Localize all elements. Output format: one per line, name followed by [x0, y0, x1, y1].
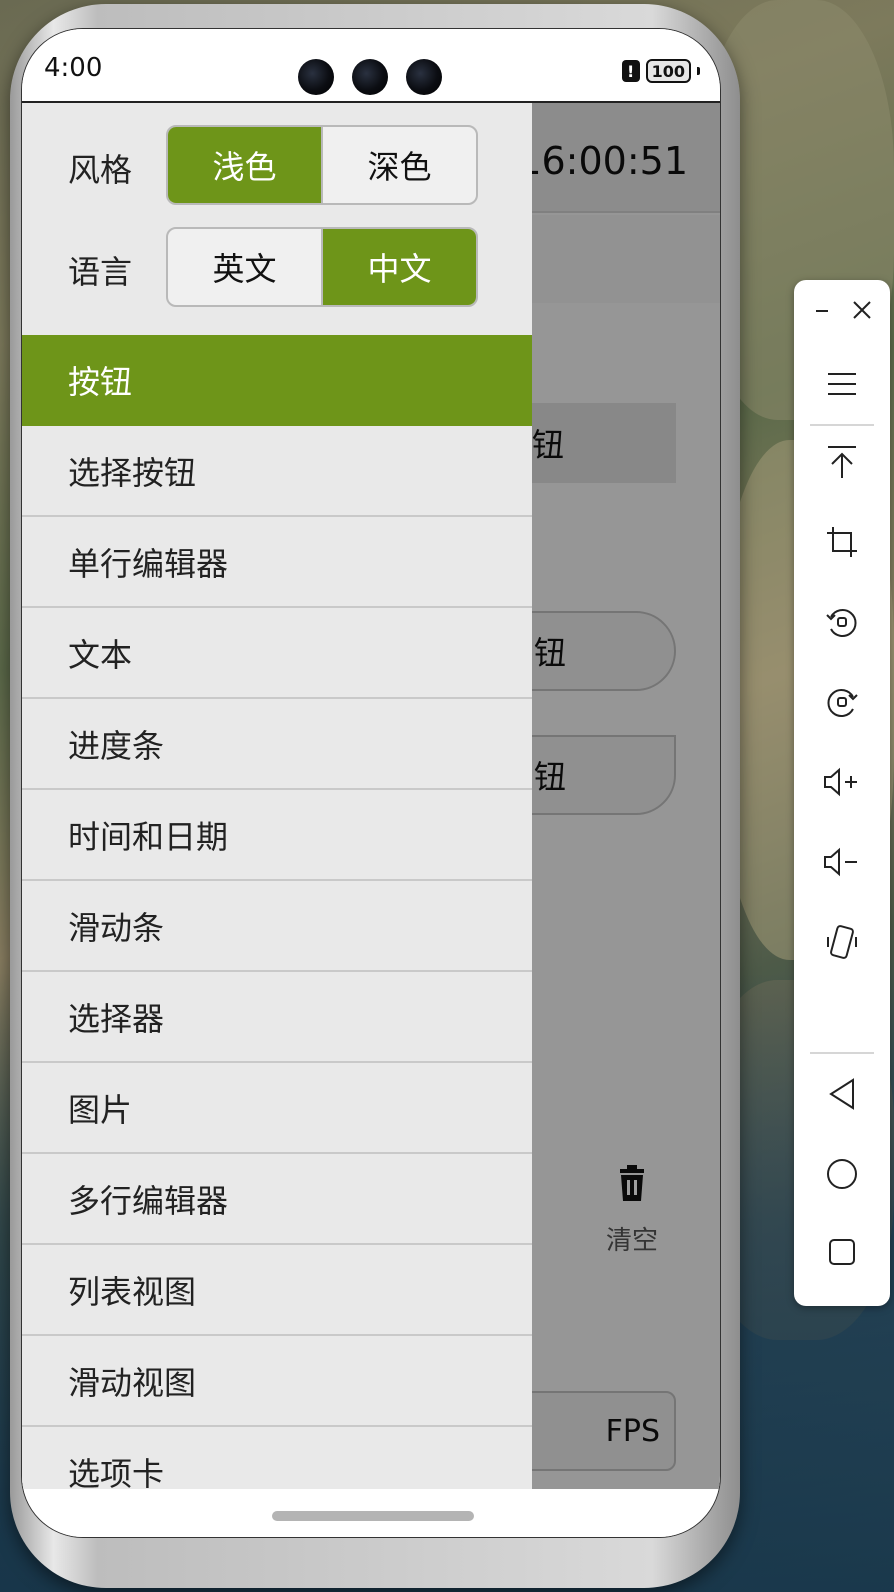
menu-item-radio-button[interactable]: 选择按钮: [22, 426, 532, 517]
menu-icon[interactable]: [794, 354, 890, 414]
menu-item-progress-bar[interactable]: 进度条: [22, 699, 532, 790]
menu-item-picker[interactable]: 选择器: [22, 972, 532, 1063]
menu-item-tabs[interactable]: 选项卡: [22, 1427, 532, 1489]
gesture-bar: [22, 1489, 720, 1537]
rotate-left-icon[interactable]: [794, 592, 890, 652]
status-time: 4:00: [44, 53, 103, 83]
menu-item-text-edit[interactable]: 多行编辑器: [22, 1154, 532, 1245]
minimize-icon[interactable]: [804, 292, 840, 328]
close-icon[interactable]: [844, 292, 880, 328]
language-label: 语言: [68, 253, 133, 291]
crop-icon[interactable]: [794, 512, 890, 572]
menu-item-slider[interactable]: 滑动条: [22, 881, 532, 972]
menu-item-scroll-view[interactable]: 滑动视图: [22, 1336, 532, 1427]
status-bar: 4:00 ! 100: [22, 29, 720, 101]
menu-item-button[interactable]: 按钮: [22, 335, 532, 426]
style-label: 风格: [68, 151, 133, 189]
style-option-dark[interactable]: 深色: [321, 127, 476, 203]
home-indicator[interactable]: [272, 1511, 474, 1521]
language-option-chinese[interactable]: 中文: [321, 229, 476, 305]
toolbar-divider: [810, 1052, 874, 1054]
camera-lens-icon: [406, 59, 442, 95]
battery-icon: 100: [645, 59, 691, 83]
recents-icon[interactable]: [794, 1222, 890, 1282]
style-option-light[interactable]: 浅色: [168, 127, 321, 203]
language-setting-row: 语言 英文 中文: [22, 227, 532, 309]
toolbar-divider: [810, 424, 874, 426]
language-segmented-control: 英文 中文: [166, 227, 478, 307]
volume-down-icon[interactable]: [794, 832, 890, 892]
shake-icon[interactable]: [794, 912, 890, 972]
menu-item-line-edit[interactable]: 单行编辑器: [22, 517, 532, 608]
menu-item-date-time[interactable]: 时间和日期: [22, 790, 532, 881]
volume-up-icon[interactable]: [794, 752, 890, 812]
battery-tip: [697, 67, 700, 75]
navigation-drawer: 风格 浅色 深色 语言 英文 中文 按钮 选择按钮 单行编辑器 文本 进度条 时…: [22, 103, 532, 1489]
style-setting-row: 风格 浅色 深色: [22, 125, 532, 207]
drawer-menu: 按钮 选择按钮 单行编辑器 文本 进度条 时间和日期 滑动条 选择器 图片 多行…: [22, 335, 532, 1489]
menu-item-text[interactable]: 文本: [22, 608, 532, 699]
rotate-right-icon[interactable]: [794, 672, 890, 732]
phone-screen: 4:00 ! 100 16:00:51 钮 钮 钮 清空 FPS 风格 浅色 深…: [21, 28, 721, 1538]
style-segmented-control: 浅色 深色: [166, 125, 478, 205]
emulator-toolbar: [794, 280, 890, 1306]
menu-item-list-view[interactable]: 列表视图: [22, 1245, 532, 1336]
camera-lens-icon: [298, 59, 334, 95]
camera-lens-icon: [352, 59, 388, 95]
alert-icon: !: [621, 60, 640, 82]
pin-top-icon[interactable]: [794, 432, 890, 492]
language-option-english[interactable]: 英文: [168, 229, 321, 305]
home-icon[interactable]: [794, 1144, 890, 1204]
menu-item-image[interactable]: 图片: [22, 1063, 532, 1154]
back-icon[interactable]: [794, 1064, 890, 1124]
status-icons: ! 100: [621, 59, 700, 83]
